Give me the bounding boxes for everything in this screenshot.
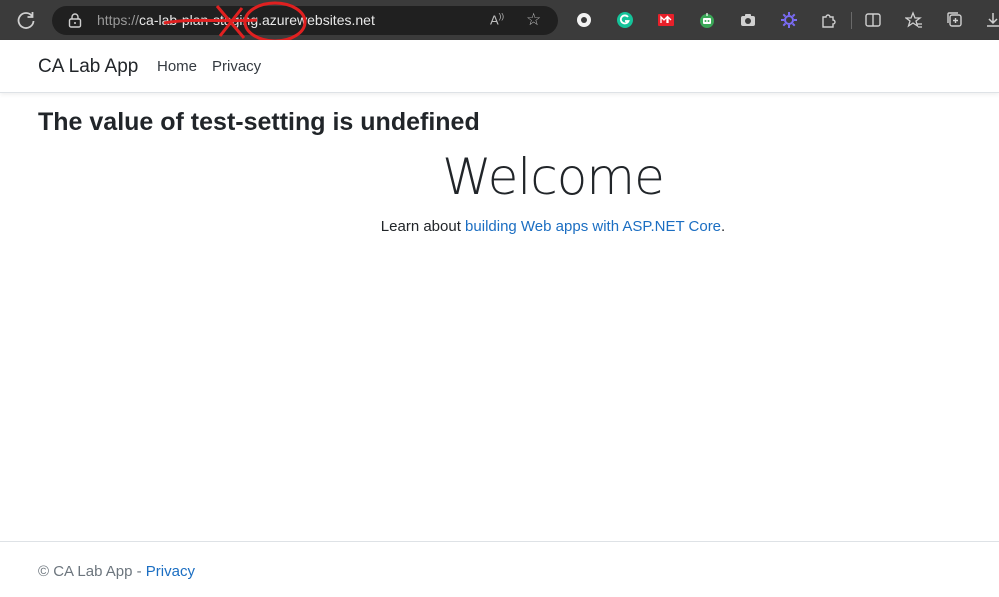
purple-gear-icon[interactable]: [780, 11, 798, 29]
page-footer: © CA Lab App - Privacy: [0, 541, 999, 597]
favorite-star-icon[interactable]: ☆: [526, 10, 541, 30]
reload-icon[interactable]: [15, 9, 37, 31]
red-extension-icon[interactable]: [657, 11, 675, 29]
extensions-puzzle-icon[interactable]: [820, 11, 838, 29]
lock-icon[interactable]: [68, 13, 82, 28]
address-bar[interactable]: https://ca-lab-plan-staging.azurewebsite…: [52, 1, 558, 43]
browser-toolbar: https://ca-lab-plan-staging.azurewebsite…: [0, 0, 999, 43]
grammarly-icon[interactable]: [616, 11, 634, 29]
footer-privacy-link[interactable]: Privacy: [146, 563, 195, 580]
test-setting-heading: The value of test-setting is undefined: [38, 108, 480, 136]
read-aloud-icon[interactable]: A)): [490, 12, 504, 27]
green-robot-icon[interactable]: [698, 11, 716, 29]
nav-link-privacy[interactable]: Privacy: [212, 58, 261, 75]
url-scheme: https://: [97, 12, 140, 28]
learn-prefix: Learn about: [380, 218, 466, 235]
aspnet-docs-link[interactable]: building Web apps with ASP.NET Core: [465, 218, 721, 235]
app-navbar: CA Lab App Home Privacy: [0, 40, 999, 93]
welcome-title: Welcome: [442, 148, 665, 206]
toolbar-separator: [851, 12, 852, 29]
url-text[interactable]: https://ca-lab-plan-staging.azurewebsite…: [97, 12, 375, 28]
extension-circle-icon[interactable]: [575, 11, 593, 29]
navbar-brand[interactable]: CA Lab App: [38, 56, 138, 78]
url-host: ca-lab-plan-staging.azurewebsites.net: [139, 12, 375, 28]
split-screen-icon[interactable]: [864, 11, 882, 29]
downloads-icon[interactable]: [984, 11, 999, 29]
favorites-icon[interactable]: [905, 11, 923, 29]
nav-link-home[interactable]: Home: [157, 58, 197, 75]
footer-text: © CA Lab App - Privacy: [38, 563, 195, 580]
learn-about-text: Learn about building Web apps with ASP.N…: [0, 218, 999, 235]
collections-icon[interactable]: [946, 11, 964, 29]
read-aloud-label: A: [490, 12, 499, 28]
footer-copyright: © CA Lab App -: [38, 563, 146, 580]
camera-icon[interactable]: [739, 11, 757, 29]
learn-suffix: .: [721, 218, 726, 235]
